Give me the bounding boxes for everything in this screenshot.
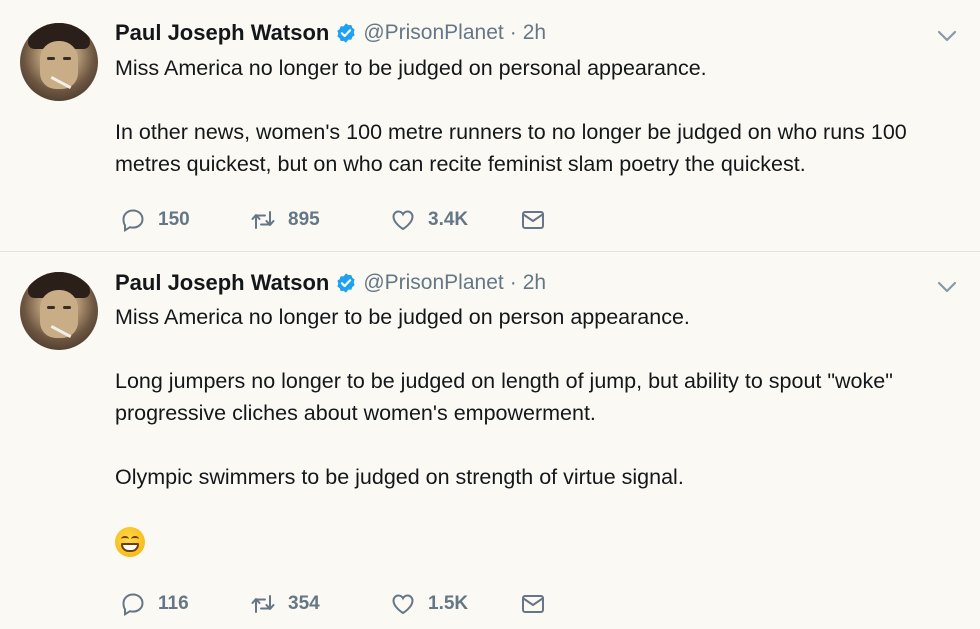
- reply-button[interactable]: 150: [120, 207, 250, 233]
- tweet-header: Paul Joseph Watson @PrisonPlanet · 2h: [115, 269, 546, 297]
- retweet-count: 895: [288, 209, 320, 230]
- retweet-button[interactable]: 895: [250, 207, 390, 233]
- reply-icon: [122, 593, 144, 616]
- direct-message-button[interactable]: [520, 207, 546, 233]
- tweet-timestamp[interactable]: 2h: [523, 271, 546, 295]
- like-icon: [392, 594, 414, 615]
- tweet-paragraph: Long jumpers no longer to be judged on l…: [115, 369, 893, 425]
- tweet-paragraph: [115, 493, 965, 525]
- like-count: 1.5K: [428, 593, 469, 614]
- author-handle[interactable]: @PrisonPlanet: [363, 271, 503, 295]
- tweet-header: Paul Joseph Watson @PrisonPlanet · 2h: [115, 19, 546, 47]
- author-name[interactable]: Paul Joseph Watson: [115, 270, 329, 296]
- chevron-down-icon[interactable]: [934, 23, 960, 49]
- verified-badge-icon: [337, 23, 355, 43]
- tweet-paragraph: [115, 84, 965, 116]
- tweet-feed: Paul Joseph Watson @PrisonPlanet · 2h Mi…: [0, 0, 980, 629]
- like-count: 3.4K: [428, 209, 469, 230]
- direct-message-icon: [522, 595, 544, 613]
- chevron-down-icon[interactable]: [934, 274, 960, 300]
- reply-button[interactable]: 116: [120, 591, 250, 617]
- tweet[interactable]: Paul Joseph Watson @PrisonPlanet · 2h Mi…: [0, 0, 980, 252]
- header-separator: ·: [509, 21, 517, 44]
- header-separator: ·: [509, 271, 517, 294]
- like-button[interactable]: 1.5K: [390, 591, 520, 617]
- reply-icon: [122, 209, 144, 232]
- tweet-paragraph: Miss America no longer to be judged on p…: [115, 305, 690, 329]
- retweet-button[interactable]: 354: [250, 591, 390, 617]
- retweet-icon: [251, 211, 275, 229]
- author-handle[interactable]: @PrisonPlanet: [363, 21, 503, 45]
- emoji-line: [115, 525, 965, 558]
- direct-message-icon: [522, 211, 544, 229]
- retweet-count: 354: [288, 593, 320, 614]
- reply-count: 150: [158, 209, 190, 230]
- tweet-paragraph: [115, 333, 965, 365]
- tweet-actions: 150 895 3.4K: [120, 205, 546, 235]
- tweet-actions: 116 354 1.5K: [120, 589, 546, 619]
- tweet-text: Miss America no longer to be judged on p…: [115, 301, 965, 558]
- author-name[interactable]: Paul Joseph Watson: [115, 20, 329, 46]
- like-icon: [392, 210, 414, 231]
- tweet-timestamp[interactable]: 2h: [523, 21, 546, 45]
- tweet-paragraph: [115, 429, 965, 461]
- verified-badge-icon: [337, 273, 355, 293]
- tweet-text: Miss America no longer to be judged on p…: [115, 52, 965, 180]
- tweet-paragraph: Miss America no longer to be judged on p…: [115, 56, 707, 80]
- direct-message-button[interactable]: [520, 591, 546, 617]
- like-button[interactable]: 3.4K: [390, 207, 520, 233]
- retweet-icon: [251, 595, 275, 613]
- grinning-squinting-face-icon: [115, 527, 145, 558]
- avatar[interactable]: [20, 23, 98, 101]
- tweet-paragraph: In other news, women's 100 metre runners…: [115, 120, 907, 176]
- reply-count: 116: [158, 593, 189, 614]
- tweet[interactable]: Paul Joseph Watson @PrisonPlanet · 2h Mi…: [0, 252, 980, 629]
- tweet-paragraph: Olympic swimmers to be judged on strengt…: [115, 465, 684, 489]
- avatar[interactable]: [20, 272, 98, 350]
